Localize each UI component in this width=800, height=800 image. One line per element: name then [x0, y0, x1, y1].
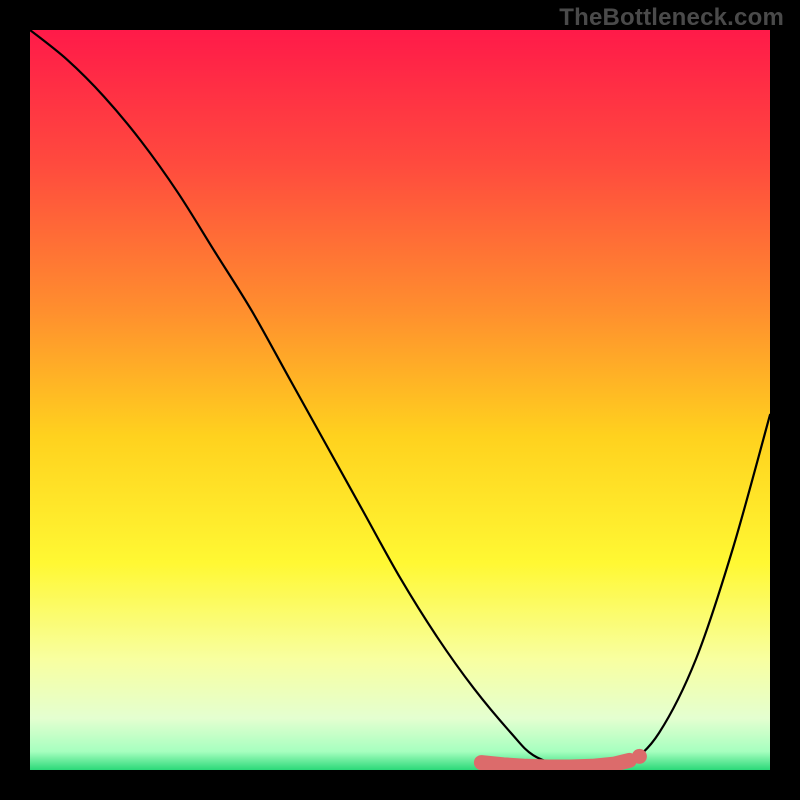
optimal-zone-markers [481, 749, 647, 767]
watermark-text: TheBottleneck.com [559, 4, 784, 32]
marker-layer [30, 30, 770, 770]
optimal-end-dot [632, 749, 647, 764]
plot-area [30, 30, 770, 770]
chart-frame: TheBottleneck.com [0, 0, 800, 800]
optimal-band [481, 760, 629, 767]
